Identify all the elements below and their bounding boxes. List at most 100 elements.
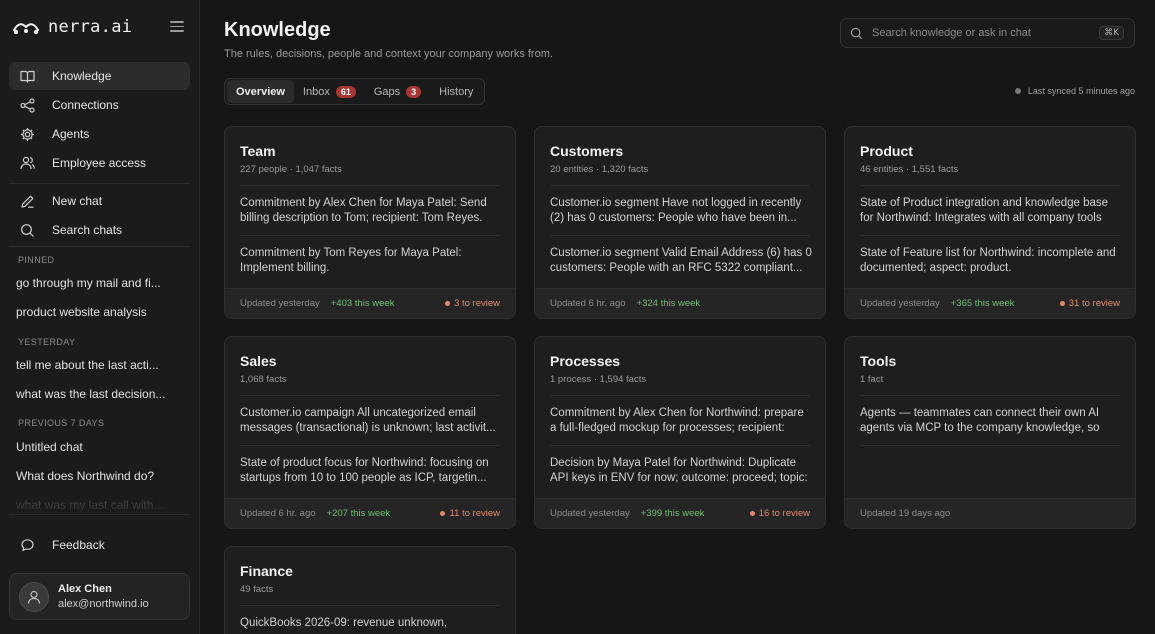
fact-item[interactable]: Customer.io segment Have not logged in r… (550, 196, 813, 226)
sidebar: nerra.ai Knowledge Connections Agents Em… (0, 0, 200, 634)
user-name: Alex Chen (58, 583, 112, 595)
fact-item[interactable]: State of Feature list for Northwind: inc… (860, 246, 1123, 276)
page-title: Knowledge (224, 19, 331, 41)
sidebar-toggle-icon[interactable] (168, 18, 186, 34)
card-meta: 49 facts (240, 584, 274, 595)
user-email: alex@northwind.io (58, 598, 149, 610)
sidebar-item-connections[interactable]: Connections (9, 91, 190, 119)
tab-gaps[interactable]: Gaps 3 (365, 80, 430, 103)
divider (9, 183, 190, 184)
divider (860, 185, 1120, 186)
sync-status-text: Last synced 5 minutes ago (1027, 86, 1135, 96)
feedback-label: Feedback (52, 538, 105, 552)
card-weekly-delta: +207 this week (326, 508, 391, 519)
sidebar-item-agents[interactable]: Agents (9, 120, 190, 148)
fact-item[interactable]: Decision by Maya Patel for Northwind: Du… (550, 456, 813, 486)
card-meta: 1 fact (860, 374, 884, 385)
knowledge-card-processes[interactable]: Processes 1 process · 1,594 facts Commit… (534, 336, 826, 529)
chat-item[interactable]: What does Northwind do? (16, 469, 184, 483)
fact-item[interactable]: Customer.io campaign All uncategorized e… (240, 406, 503, 436)
chat-item[interactable]: go through my mail and fi... (16, 276, 184, 290)
card-footer: Updated 19 days ago (845, 498, 1135, 528)
search-icon (850, 27, 863, 40)
divider (9, 514, 190, 515)
main-content: Knowledge The rules, decisions, people a… (200, 0, 1155, 634)
knowledge-card-product[interactable]: Product 46 entities · 1,551 facts State … (844, 126, 1136, 319)
card-footer: Updated yesterday +399 this week 16 to r… (535, 498, 825, 528)
brand-name: nerra.ai (48, 17, 133, 37)
search-chats-button[interactable]: Search chats (9, 216, 190, 244)
new-chat-button[interactable]: New chat (9, 187, 190, 215)
fact-item[interactable]: Customer.io segment Valid Email Address … (550, 246, 813, 276)
search-box[interactable]: ⌘K (840, 18, 1135, 48)
chat-item[interactable]: tell me about the last acti... (16, 358, 184, 372)
review-link[interactable]: 11 to review (440, 508, 500, 519)
sync-status: Last synced 5 minutes ago (1014, 86, 1135, 96)
card-updated: Updated 19 days ago (860, 508, 951, 519)
chat-item[interactable]: what was the last decision... (16, 387, 184, 401)
chat-item[interactable]: product website analysis (16, 305, 184, 319)
divider (860, 445, 1120, 446)
review-link[interactable]: 16 to review (749, 508, 810, 519)
card-weekly-delta: +365 this week (950, 298, 1015, 309)
knowledge-card-sales[interactable]: Sales 1,068 facts Customer.io campaign A… (224, 336, 516, 529)
search-input[interactable] (872, 27, 1097, 39)
sidebar-item-knowledge[interactable]: Knowledge (9, 62, 190, 90)
divider (860, 395, 1120, 396)
page-subtitle: The rules, decisions, people and context… (224, 48, 553, 60)
review-dot-icon (440, 511, 446, 516)
card-updated: Updated 6 hr. ago (240, 508, 316, 519)
chat-item[interactable]: what was my last call with... (16, 498, 184, 512)
tab-label: Inbox (302, 85, 330, 98)
review-link[interactable]: 31 to review (1059, 298, 1120, 309)
users-icon (18, 154, 36, 172)
card-title: Finance (240, 563, 293, 579)
chat-item[interactable]: Untitled chat (16, 440, 184, 454)
fact-item[interactable]: QuickBooks 2026-09: revenue unknown, (240, 616, 503, 634)
knowledge-card-tools[interactable]: Tools 1 fact Agents — teammates can conn… (844, 336, 1136, 529)
card-meta: 1,068 facts (240, 374, 287, 385)
fact-item[interactable]: Commitment by Alex Chen for Maya Patel: … (240, 196, 503, 226)
brand-logo-icon (13, 23, 39, 35)
brand[interactable]: nerra.ai (12, 14, 132, 40)
previous-heading: PREVIOUS 7 DAYS (18, 418, 105, 428)
divider (550, 185, 810, 186)
divider (240, 395, 500, 396)
tab-history[interactable]: History (430, 80, 482, 103)
card-meta: 46 entities · 1,551 facts (860, 164, 959, 175)
divider (550, 445, 810, 446)
feedback-button[interactable]: Feedback (9, 531, 190, 559)
fact-item[interactable]: Commitment by Tom Reyes for Maya Patel: … (240, 246, 503, 276)
card-footer: Updated yesterday +403 this week 3 to re… (225, 288, 515, 318)
tab-label: History (439, 85, 474, 98)
chat-bubble-icon (18, 536, 36, 554)
review-dot-icon (1059, 301, 1065, 306)
sidebar-item-employee-access[interactable]: Employee access (9, 149, 190, 177)
knowledge-card-finance[interactable]: Finance 49 facts QuickBooks 2026-09: rev… (224, 546, 516, 634)
card-updated: Updated yesterday (240, 298, 320, 309)
inbox-count-badge: 61 (335, 85, 356, 98)
user-menu[interactable]: Alex Chen alex@northwind.io (9, 573, 190, 620)
fact-item[interactable]: Agents — teammates can connect their own… (860, 406, 1123, 436)
tab-label: Gaps (373, 85, 401, 98)
fact-item[interactable]: Commitment by Alex Chen for Northwind: p… (550, 406, 813, 436)
review-count: 16 to review (758, 508, 810, 519)
card-meta: 1 process · 1,594 facts (550, 374, 647, 385)
fact-item[interactable]: State of product focus for Northwind: fo… (240, 456, 503, 486)
divider (240, 605, 500, 606)
sidebar-actions: New chat Search chats (9, 187, 190, 245)
review-count: 3 to review (454, 298, 500, 309)
review-link[interactable]: 3 to review (445, 298, 500, 309)
card-title: Processes (550, 353, 621, 369)
search-chats-label: Search chats (52, 223, 123, 237)
knowledge-card-customers[interactable]: Customers 20 entities · 1,320 facts Cust… (534, 126, 826, 319)
sidebar-footer: Feedback (9, 531, 190, 560)
share-nodes-icon (18, 96, 36, 114)
fact-item[interactable]: State of Product integration and knowled… (860, 196, 1123, 226)
tab-overview[interactable]: Overview (227, 80, 294, 103)
sidebar-item-label: Connections (52, 98, 119, 112)
knowledge-card-team[interactable]: Team 227 people · 1,047 facts Commitment… (224, 126, 516, 319)
divider (550, 395, 810, 396)
tab-inbox[interactable]: Inbox 61 (294, 80, 365, 103)
card-title: Tools (860, 353, 897, 369)
